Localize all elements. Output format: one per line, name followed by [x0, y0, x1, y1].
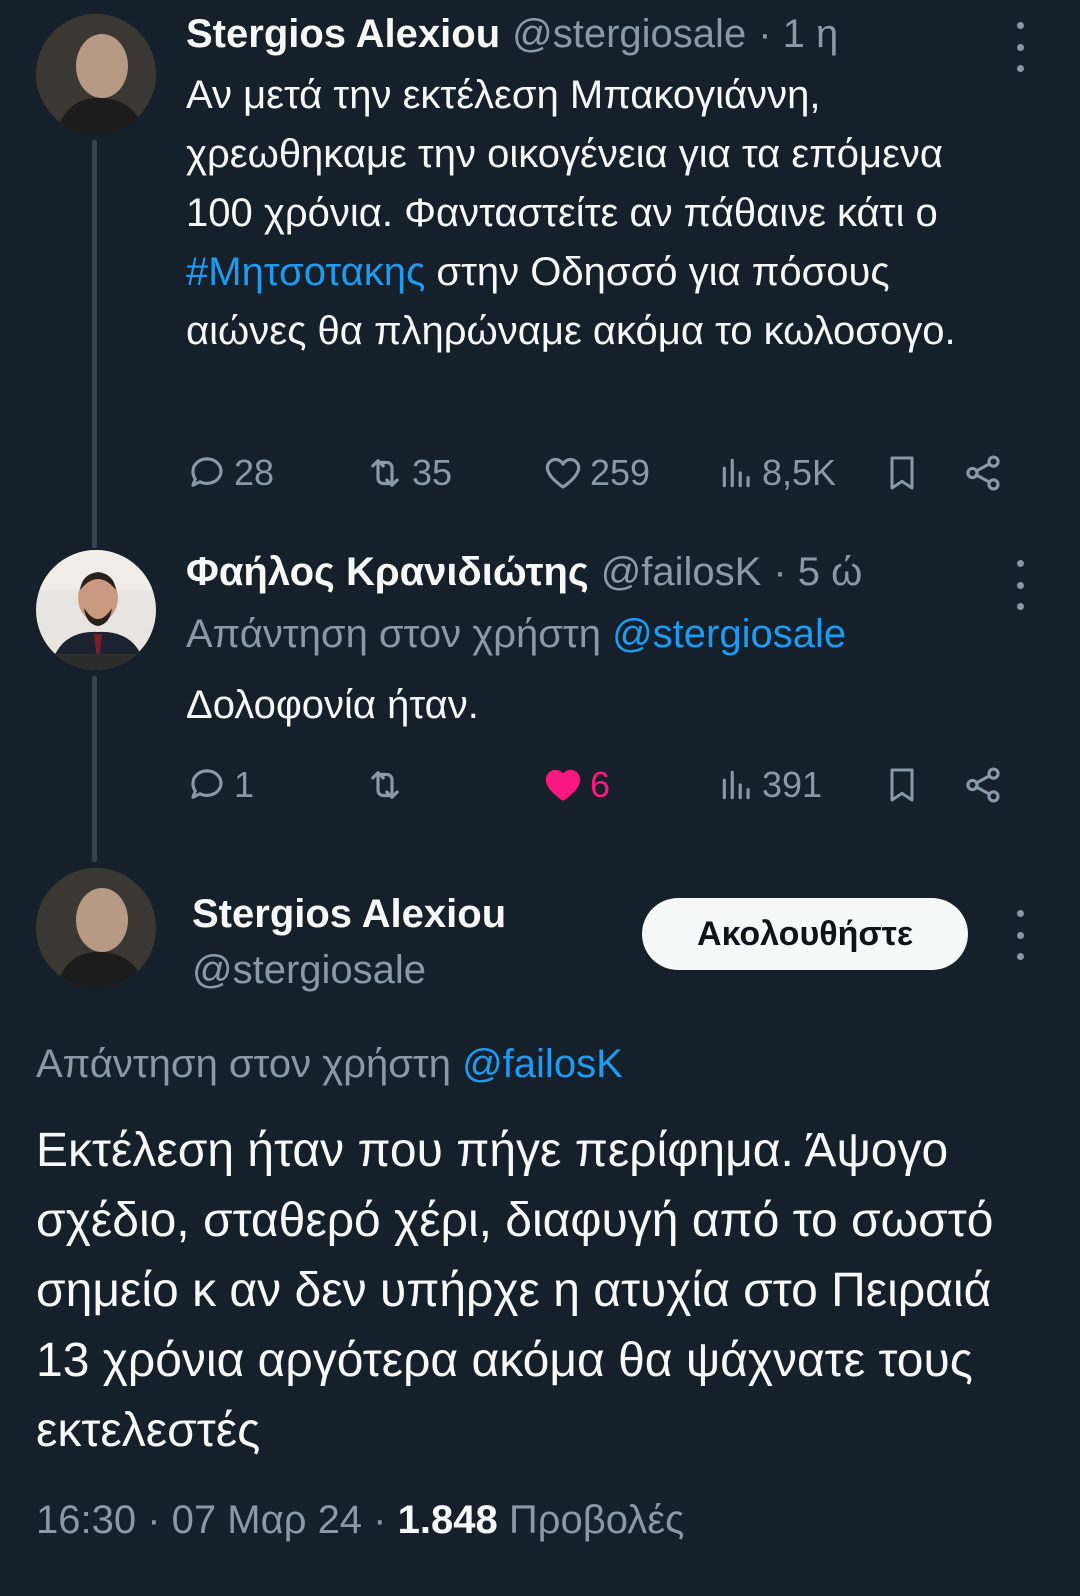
author-name[interactable]: Stergios Alexiou	[186, 12, 500, 57]
share-button[interactable]	[962, 452, 1004, 494]
views-count: 391	[762, 764, 823, 805]
timestamp-text[interactable]: 16:30 · 07 Μαρ 24 ·	[36, 1498, 398, 1542]
like-button[interactable]: 259	[542, 452, 650, 494]
share-button[interactable]	[962, 764, 1004, 806]
reply-count: 28	[234, 452, 275, 493]
retweet-icon	[371, 771, 399, 799]
author-handle[interactable]: @failosK	[601, 550, 762, 595]
main-tweet-text: Εκτέλεση ήταν που πήγε περίφημα. Άψογο σ…	[36, 1124, 994, 1457]
follow-button[interactable]: Ακολουθήστε	[642, 898, 968, 970]
tweet-time[interactable]: · 5 ώ	[773, 550, 862, 595]
reply-to-link[interactable]: @failosK	[462, 1042, 623, 1086]
more-options-icon[interactable]	[1010, 560, 1030, 610]
tweet2-actions: 1 6 391	[186, 764, 1026, 814]
heart-icon	[545, 457, 581, 489]
views-icon	[722, 458, 750, 488]
views-button[interactable]: 8,5K	[718, 452, 836, 494]
reply-context: Απάντηση στον χρήστη @stergiosale	[186, 612, 846, 657]
views-count: 1.848	[397, 1498, 498, 1542]
avatar-failos[interactable]	[36, 550, 156, 670]
like-count: 6	[590, 764, 611, 805]
author-handle[interactable]: @stergiosale	[512, 12, 746, 57]
tweet1-text: Αν μετά την εκτέλεση Μπακογιάννη, χρεωθη…	[186, 66, 976, 361]
share-icon	[966, 767, 1000, 803]
views-button[interactable]: 391	[718, 764, 822, 806]
tweet-time[interactable]: · 1 η	[758, 12, 838, 57]
views-count: 8,5K	[762, 452, 837, 493]
share-icon	[966, 455, 1000, 491]
reply-button[interactable]: 1	[186, 764, 254, 806]
tweet2-text: Δολοφονία ήταν.	[186, 683, 479, 727]
author-handle[interactable]: @stergiosale	[192, 948, 426, 993]
reply-icon	[191, 457, 223, 487]
reply-button[interactable]: 28	[186, 452, 274, 494]
hashtag-link[interactable]: #Μητσοτακης	[186, 250, 425, 294]
thread-line	[92, 140, 97, 548]
views-label: Προβολές	[497, 1498, 685, 1542]
author-name[interactable]: Φαήλος Κρανιδιώτης	[186, 550, 589, 595]
like-button[interactable]: 6	[542, 764, 610, 806]
tweet1-header: Stergios Alexiou @stergiosale · 1 η	[186, 12, 838, 57]
bookmark-button[interactable]	[882, 452, 922, 494]
more-options-icon[interactable]	[1010, 22, 1030, 72]
author-name[interactable]: Stergios Alexiou	[192, 892, 506, 937]
retweet-button[interactable]: 35	[364, 452, 452, 494]
reply-context: Απάντηση στον χρήστη @failosK	[36, 1042, 623, 1087]
avatar-stergios[interactable]	[36, 14, 156, 134]
tweet2-header: Φαήλος Κρανιδιώτης @failosK · 5 ώ	[186, 550, 862, 595]
tweet-text-part: Αν μετά την εκτέλεση Μπακογιάννη, χρεωθη…	[186, 73, 944, 235]
thread-line	[92, 676, 97, 862]
like-count: 259	[590, 452, 651, 493]
reply-count: 1	[234, 764, 255, 805]
reply-icon	[191, 769, 223, 799]
more-options-icon[interactable]	[1010, 910, 1030, 960]
retweet-button[interactable]	[364, 764, 412, 806]
avatar-stergios-main[interactable]	[36, 868, 156, 988]
reply-to-link[interactable]: @stergiosale	[612, 612, 846, 656]
bookmark-icon	[890, 768, 914, 802]
tweet1-actions: 28 35 259 8,5K	[186, 452, 1026, 502]
heart-filled-icon	[545, 769, 581, 801]
retweet-count: 35	[412, 452, 453, 493]
bookmark-button[interactable]	[882, 764, 922, 806]
tweet-timestamp: 16:30 · 07 Μαρ 24 · 1.848 Προβολές	[36, 1498, 684, 1543]
bookmark-icon	[890, 456, 914, 490]
reply-prefix: Απάντηση στον χρήστη	[36, 1042, 451, 1086]
reply-prefix: Απάντηση στον χρήστη	[186, 612, 601, 656]
views-icon	[722, 770, 750, 800]
retweet-icon	[371, 459, 399, 487]
